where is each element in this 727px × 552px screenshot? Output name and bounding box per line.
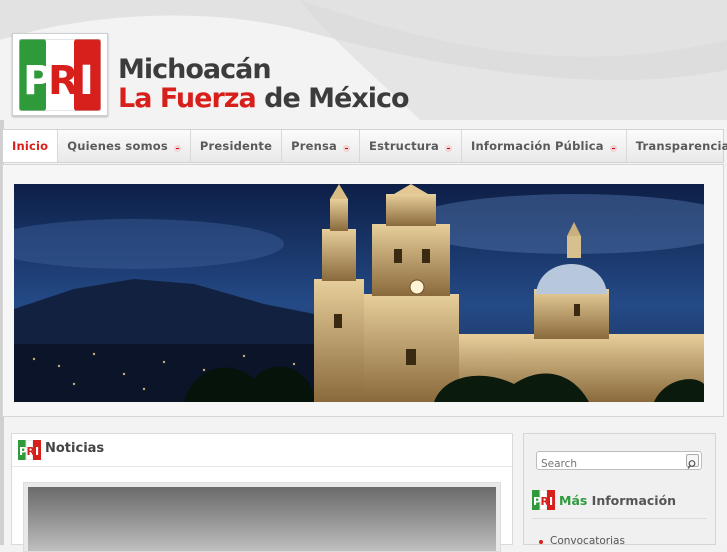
banner-container <box>2 164 724 417</box>
dropdown-arrow-icon <box>609 144 617 152</box>
more-info-header: P R I Más Información <box>532 490 676 510</box>
nav-item-presidente[interactable]: Presidente <box>191 130 283 162</box>
nav-item-label: Transparencia <box>635 139 727 153</box>
site-title-suffix: de México <box>255 83 409 114</box>
more-info-title-rest: Información <box>587 492 677 508</box>
nav-item-label: Prensa <box>291 139 338 153</box>
divider <box>532 518 707 519</box>
search-button[interactable] <box>686 454 699 469</box>
banner-image <box>14 184 704 402</box>
nav-item-informaci-n-p-blica[interactable]: Información Pública <box>462 130 627 162</box>
sidebar: P R I Más Información Convocatorias <box>523 433 716 547</box>
pri-mini-icon: P R I <box>532 490 555 510</box>
site-title-line2: La Fuerza de México <box>118 83 410 114</box>
nav-item-label: Quienes somos <box>67 139 168 153</box>
main-nav: Inicio Quienes somos Presidente Prensa Estru… <box>2 129 727 163</box>
nav-item-transparencia[interactable]: Transparencia <box>627 130 727 162</box>
nav-list: Inicio Quienes somos Presidente Prensa Estru… <box>3 130 727 162</box>
news-section: P R I Noticias <box>11 433 513 552</box>
pri-logo[interactable]: P R I <box>12 33 108 116</box>
news-title: Noticias <box>45 440 105 456</box>
site-title: Michoacán La Fuerza de México <box>118 54 410 114</box>
nav-item-quienes-somos[interactable]: Quienes somos <box>58 130 191 162</box>
nav-item-label: Información Pública <box>471 139 604 153</box>
featured-article-image[interactable] <box>23 482 501 552</box>
nav-item-label: Inicio <box>12 139 49 153</box>
nav-item-label: Presidente <box>199 139 273 153</box>
site-title-highlight: La Fuerza <box>118 83 257 114</box>
svg-text:I: I <box>79 58 94 104</box>
nav-item-prensa[interactable]: Prensa <box>282 130 361 162</box>
search-icon <box>687 460 696 469</box>
nav-item-estructura[interactable]: Estructura <box>360 130 463 162</box>
search-input[interactable] <box>537 455 685 473</box>
more-info-title-highlight: Más <box>559 492 588 508</box>
dropdown-arrow-icon <box>445 144 453 152</box>
site-title-line1: Michoacán <box>118 54 272 85</box>
svg-text:I: I <box>35 445 39 458</box>
sidebar-link-convocatorias[interactable]: Convocatorias <box>550 535 625 547</box>
svg-text:R: R <box>48 58 79 104</box>
nav-item-inicio[interactable]: Inicio <box>3 130 59 162</box>
more-info-title: Más Información <box>559 493 676 508</box>
news-header: P R I Noticias <box>12 434 512 467</box>
svg-text:I: I <box>549 495 553 508</box>
pri-mini-icon: P R I <box>18 440 41 460</box>
cathedral-night-photo <box>14 184 704 402</box>
dropdown-arrow-icon <box>343 144 351 152</box>
search-box <box>536 451 702 473</box>
dropdown-arrow-icon <box>173 144 181 152</box>
bullet-icon <box>539 540 543 544</box>
pri-logo-icon: P R I <box>19 39 101 111</box>
nav-item-label: Estructura <box>369 139 440 153</box>
article-photo <box>28 487 496 551</box>
